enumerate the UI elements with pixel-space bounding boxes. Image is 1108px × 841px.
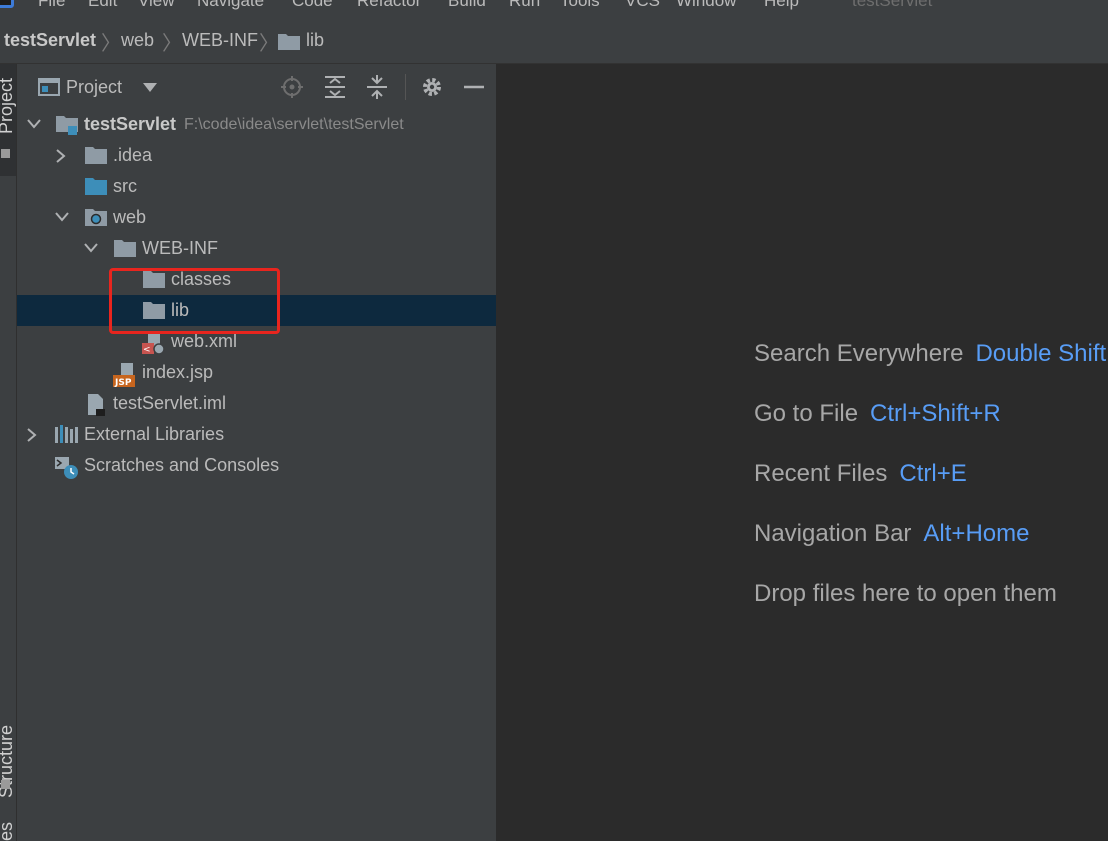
svg-text:<: <	[143, 345, 151, 355]
hint-go-to-file: Go to File Ctrl+Shift+R	[754, 400, 1001, 428]
hint-shortcut[interactable]: Alt+Home	[923, 520, 1029, 547]
hint-shortcut[interactable]: Ctrl+Shift+R	[870, 400, 1001, 427]
hint-label: Go to File	[754, 400, 859, 427]
chevron-down-icon[interactable]	[55, 211, 69, 223]
chevron-down-icon[interactable]	[143, 83, 157, 92]
hint-shortcut[interactable]: Ctrl+E	[899, 460, 966, 487]
hint-label: Drop files here to open them	[754, 580, 1057, 607]
folder-icon	[114, 240, 136, 257]
tree-row-idea[interactable]: .idea	[17, 140, 496, 171]
jsp-file-icon: JSP	[113, 363, 135, 388]
breadcrumb-webinf[interactable]: WEB-INF	[182, 30, 258, 51]
tree-label-external-libraries: External Libraries	[84, 424, 225, 444]
chevron-down-icon[interactable]	[84, 242, 98, 254]
hint-recent-files: Recent Files Ctrl+E	[754, 460, 967, 488]
svg-text:JSP: JSP	[114, 378, 132, 388]
breadcrumb-web[interactable]: web	[121, 30, 154, 51]
menu-run[interactable]: Run	[509, 0, 540, 11]
menu-help[interactable]: Help	[764, 0, 799, 11]
web-folder-icon	[85, 209, 107, 226]
intellij-logo-icon	[0, 0, 14, 8]
favorites-tab-label[interactable]: es	[0, 822, 17, 841]
tree-row-webinf[interactable]: WEB-INF	[17, 233, 496, 264]
chevron-right-icon: 〉	[101, 31, 121, 55]
tree-row-indexjsp[interactable]: JSP index.jsp	[17, 357, 496, 388]
folder-icon	[85, 147, 107, 164]
hint-navigation-bar: Navigation Bar Alt+Home	[754, 520, 1029, 548]
project-panel-header: Project	[17, 64, 496, 110]
toolbar-divider	[405, 74, 406, 100]
gear-icon[interactable]	[419, 74, 445, 100]
hint-search-everywhere: Search Everywhere Double Shift	[754, 340, 1106, 368]
project-window-icon	[38, 78, 60, 96]
tree-row-scratches[interactable]: Scratches and Consoles	[17, 450, 496, 481]
tree-label-scratches: Scratches and Consoles	[84, 455, 280, 475]
structure-tab-icon	[1, 780, 10, 789]
menu-code[interactable]: Code	[292, 0, 333, 11]
hint-shortcut[interactable]: Double Shift	[975, 340, 1106, 367]
tree-root-path: F:\code\idea\servlet\testServlet	[184, 116, 404, 133]
hint-label: Navigation Bar	[754, 520, 912, 547]
chevron-right-icon: 〉	[162, 31, 182, 55]
tree-row-root[interactable]: testServlet F:\code\idea\servlet\testSer…	[17, 109, 496, 140]
menu-navigate[interactable]: Navigate	[197, 0, 264, 11]
menu-vcs[interactable]: VCS	[625, 0, 660, 11]
iml-file-icon	[88, 394, 105, 416]
menu-tools[interactable]: Tools	[560, 0, 600, 11]
chevron-right-icon: 〉	[259, 31, 279, 55]
tree-label-web: web	[113, 207, 147, 227]
source-folder-icon	[85, 178, 107, 195]
project-tab-label[interactable]: Project	[0, 78, 17, 134]
tree-label-iml: testServlet.iml	[113, 393, 227, 413]
chevron-right-icon[interactable]	[26, 428, 38, 442]
tree-row-src[interactable]: src	[17, 171, 496, 202]
annotation-highlight-box	[109, 268, 280, 334]
menu-file[interactable]: File	[38, 0, 65, 11]
folder-icon	[278, 34, 300, 50]
chevron-right-icon[interactable]	[55, 149, 67, 163]
breadcrumb-lib[interactable]: lib	[306, 30, 324, 51]
menu-build[interactable]: Build	[448, 0, 486, 11]
menu-edit[interactable]: Edit	[88, 0, 117, 11]
tree-label-webxml: web.xml	[171, 331, 238, 351]
hint-label: Recent Files	[754, 460, 888, 487]
project-tab-icon	[1, 149, 10, 158]
scratches-icon	[55, 457, 78, 479]
expand-all-icon[interactable]	[322, 74, 348, 100]
tree-label-idea: .idea	[113, 145, 153, 165]
left-tool-strip: Project Structure es	[0, 64, 17, 841]
tree-row-external-libraries[interactable]: External Libraries	[17, 419, 496, 450]
tree-row-web[interactable]: web	[17, 202, 496, 233]
project-view-selector[interactable]: Project	[66, 77, 122, 98]
module-folder-icon	[56, 116, 78, 135]
hint-drop-files: Drop files here to open them	[754, 580, 1057, 608]
tree-label-src: src	[113, 176, 137, 196]
menu-window[interactable]: Window	[676, 0, 736, 11]
hint-label: Search Everywhere	[754, 340, 964, 367]
hide-panel-icon[interactable]	[461, 74, 487, 100]
tree-label-indexjsp: index.jsp	[142, 362, 214, 382]
tree-label-root: testServlet	[84, 114, 177, 134]
tree-row-iml[interactable]: testServlet.iml	[17, 388, 496, 419]
navigation-bar: testServlet 〉 web 〉 WEB-INF 〉 lib	[0, 18, 1108, 64]
locate-file-icon[interactable]	[279, 74, 305, 100]
menu-bar: File Edit View Navigate Code Refactor Bu…	[0, 0, 1108, 18]
project-panel: Project testServlet F:\code\idea\servlet…	[17, 64, 497, 841]
breadcrumb-project[interactable]: testServlet	[4, 30, 96, 51]
tree-label-webinf: WEB-INF	[142, 238, 218, 258]
menu-view[interactable]: View	[138, 0, 175, 11]
window-title: testServlet	[852, 0, 933, 10]
library-icon	[55, 425, 78, 443]
xml-file-icon: <	[142, 332, 165, 355]
editor-empty-area[interactable]: Search Everywhere Double Shift Go to File…	[497, 64, 1108, 841]
menu-refactor[interactable]: Refactor	[357, 0, 421, 11]
chevron-down-icon[interactable]	[27, 118, 41, 130]
collapse-all-icon[interactable]	[364, 74, 390, 100]
